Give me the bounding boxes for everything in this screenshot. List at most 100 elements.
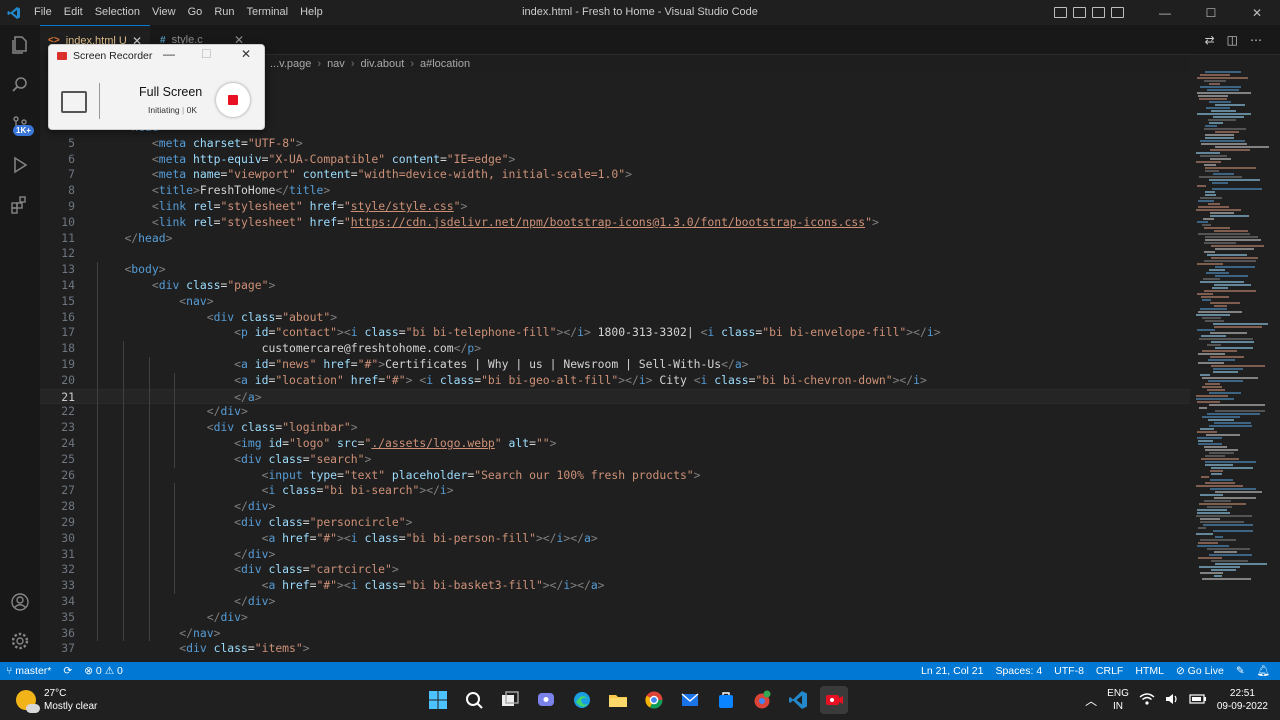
minimap[interactable]: [1190, 55, 1280, 662]
input-language[interactable]: ENG IN: [1107, 687, 1129, 713]
cursor-position[interactable]: Ln 21, Col 21: [915, 662, 989, 680]
breadcrumb-item[interactable]: a#location: [420, 58, 470, 70]
clock[interactable]: 22:51 09-09-2022: [1217, 687, 1268, 713]
weather-widget[interactable]: 27°C Mostly clear: [16, 687, 97, 713]
extensions-icon[interactable]: [8, 193, 32, 217]
breadcrumb-item[interactable]: nav: [327, 58, 345, 70]
maximize-button[interactable]: ☐: [1188, 0, 1234, 25]
code-line[interactable]: 13 <body>: [40, 262, 1190, 278]
branch-status[interactable]: ⑂ master*: [0, 662, 57, 680]
code-line[interactable]: 24 <img id="logo" src="./assets/logo.web…: [40, 436, 1190, 452]
menu-file[interactable]: File: [28, 0, 58, 25]
battery-icon[interactable]: [1189, 693, 1207, 708]
code-line[interactable]: 10 <link rel="stylesheet" href="https://…: [40, 215, 1190, 231]
code-line[interactable]: 25 <div class="search">: [40, 452, 1190, 468]
recorder-minimize-button[interactable]: —: [163, 47, 175, 61]
breadcrumb-item[interactable]: ...v.page: [270, 58, 311, 70]
code-line[interactable]: 36 </nav>: [40, 626, 1190, 642]
code-line[interactable]: 30 <a href="#"><i class="bi bi-person-fi…: [40, 531, 1190, 547]
toggle-secondary-sidebar-icon[interactable]: [1092, 7, 1105, 18]
problems-status[interactable]: ⊗ 0 ⚠ 0: [78, 662, 129, 680]
language-mode[interactable]: HTML: [1129, 662, 1170, 680]
code-line[interactable]: 16 <div class="about">: [40, 310, 1190, 326]
code-line[interactable]: 37 <div class="items">: [40, 641, 1190, 657]
task-view-icon[interactable]: [496, 686, 524, 714]
code-line[interactable]: 9 <link rel="stylesheet" href="style/sty…: [40, 199, 1190, 215]
code-line[interactable]: 35 </div>: [40, 610, 1190, 626]
search-icon[interactable]: [8, 73, 32, 97]
chrome-profile-icon[interactable]: [748, 686, 776, 714]
code-line[interactable]: 6 <meta http-equiv="X-UA-Compatible" con…: [40, 152, 1190, 168]
go-live-button[interactable]: ⊘ Go Live: [1170, 662, 1230, 680]
code-line[interactable]: 7 <meta name="viewport" content="width=d…: [40, 167, 1190, 183]
menu-view[interactable]: View: [146, 0, 182, 25]
notifications-bell-icon[interactable]: 🔔︎: [1251, 662, 1276, 680]
windows-start-icon[interactable]: [424, 686, 452, 714]
menu-run[interactable]: Run: [208, 0, 240, 25]
code-line[interactable]: 34 </div>: [40, 594, 1190, 610]
code-line[interactable]: 33 <a href="#"><i class="bi bi-basket3-f…: [40, 578, 1190, 594]
code-line[interactable]: 21 </a>: [40, 388, 1190, 405]
split-editor-icon[interactable]: ◫: [1227, 33, 1238, 47]
more-actions-icon[interactable]: ⋯: [1250, 33, 1262, 47]
screen-recorder-taskbar-icon[interactable]: [820, 686, 848, 714]
code-line[interactable]: 14 <div class="page">: [40, 278, 1190, 294]
code-line[interactable]: 17 <p id="contact"><i class="bi bi-telep…: [40, 325, 1190, 341]
minimize-button[interactable]: —: [1142, 0, 1188, 25]
minimap-line: [1210, 356, 1244, 358]
feedback-icon[interactable]: ✎: [1230, 662, 1251, 680]
sync-icon[interactable]: ⟳: [57, 662, 78, 680]
menu-edit[interactable]: Edit: [58, 0, 89, 25]
files-icon[interactable]: [8, 33, 32, 57]
chrome-icon[interactable]: [640, 686, 668, 714]
code-line[interactable]: 31 </div>: [40, 547, 1190, 563]
mail-icon[interactable]: [676, 686, 704, 714]
file-explorer-icon[interactable]: [604, 686, 632, 714]
code-line[interactable]: 32 <div class="cartcircle">: [40, 562, 1190, 578]
wifi-icon[interactable]: [1139, 692, 1155, 709]
code-line[interactable]: 27 <i class="bi bi-search"></i>: [40, 483, 1190, 499]
toggle-primary-sidebar-icon[interactable]: [1054, 7, 1067, 18]
teams-chat-icon[interactable]: [532, 686, 560, 714]
toggle-panel-icon[interactable]: [1073, 7, 1086, 18]
stop-record-button[interactable]: [216, 83, 250, 117]
menu-help[interactable]: Help: [294, 0, 329, 25]
compare-changes-icon[interactable]: ⇄: [1205, 33, 1215, 47]
encoding[interactable]: UTF-8: [1048, 662, 1090, 680]
minimap-line: [1200, 494, 1223, 496]
show-hidden-icons[interactable]: ︿: [1085, 692, 1097, 709]
menu-selection[interactable]: Selection: [89, 0, 146, 25]
run-debug-icon[interactable]: [8, 153, 32, 177]
menu-terminal[interactable]: Terminal: [241, 0, 295, 25]
taskbar-search-icon[interactable]: [460, 686, 488, 714]
code-line[interactable]: 26 <input type="text" placeholder="Searc…: [40, 468, 1190, 484]
code-line[interactable]: 19 <a id="news" href="#">Certificates | …: [40, 357, 1190, 373]
settings-gear-icon[interactable]: [8, 629, 32, 653]
code-line[interactable]: 29 <div class="personcircle">: [40, 515, 1190, 531]
code-line[interactable]: 12: [40, 246, 1190, 262]
customize-layout-icon[interactable]: [1111, 7, 1124, 18]
breadcrumb-item[interactable]: div.about: [360, 58, 404, 70]
volume-icon[interactable]: [1165, 692, 1179, 709]
app-store-icon[interactable]: [712, 686, 740, 714]
code-line[interactable]: 18 customercare@freshtohome.com</p>: [40, 341, 1190, 357]
indentation[interactable]: Spaces: 4: [989, 662, 1048, 680]
end-of-line[interactable]: CRLF: [1090, 662, 1129, 680]
minimap-line: [1204, 446, 1227, 448]
code-line[interactable]: 28 </div>: [40, 499, 1190, 515]
menu-go[interactable]: Go: [182, 0, 209, 25]
code-line[interactable]: 23 <div class="loginbar">: [40, 420, 1190, 436]
account-icon[interactable]: [8, 590, 32, 614]
edge-browser-icon[interactable]: [568, 686, 596, 714]
code-line[interactable]: 15 <nav>: [40, 294, 1190, 310]
code-editor[interactable]: <head>5 <meta charset="UTF-8">6 <meta ht…: [40, 72, 1190, 662]
close-button[interactable]: ✕: [1234, 0, 1280, 25]
code-line[interactable]: 11 </head>: [40, 231, 1190, 247]
code-line[interactable]: 22 </div>: [40, 404, 1190, 420]
vscode-taskbar-icon[interactable]: [784, 686, 812, 714]
code-line[interactable]: 5 <meta charset="UTF-8">: [40, 136, 1190, 152]
code-line[interactable]: 20 <a id="location" href="#"> <i class="…: [40, 373, 1190, 389]
recorder-close-button[interactable]: ✕: [241, 47, 251, 61]
screen-capture-icon[interactable]: [61, 91, 87, 113]
code-line[interactable]: 8 <title>FreshToHome</title>: [40, 183, 1190, 199]
